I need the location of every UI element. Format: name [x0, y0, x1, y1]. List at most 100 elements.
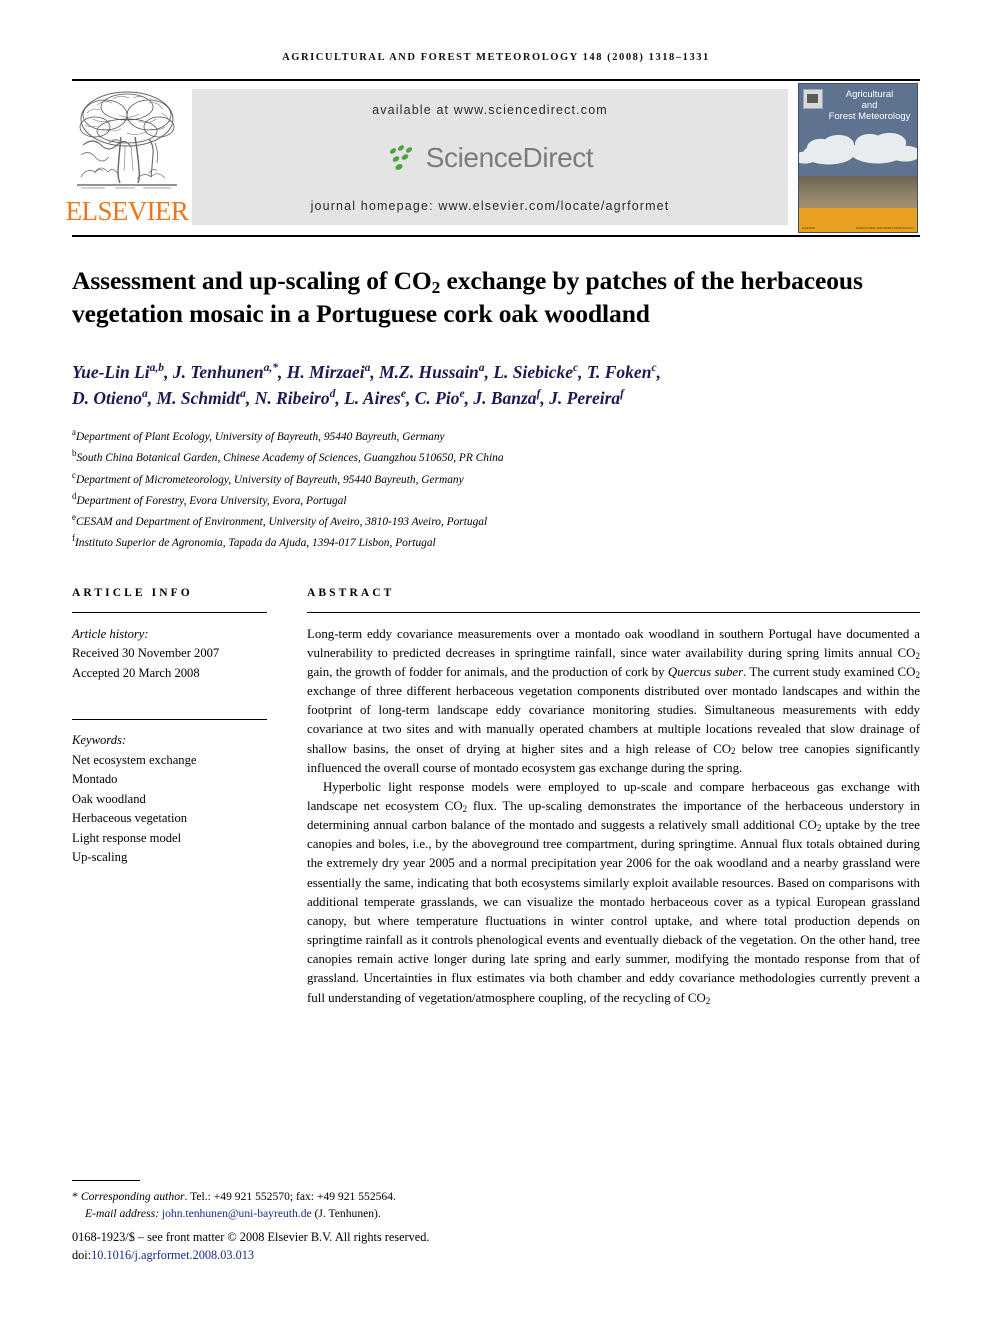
author-affiliation-mark: a [364, 361, 371, 374]
affiliation-item: fInstituto Superior de Agronomia, Tapada… [72, 531, 920, 552]
author-name: L. Siebicke [493, 361, 574, 382]
keyword-item: Net ecosystem exchange [72, 752, 197, 767]
doi-line: doi:10.1016/j.agrformet.2008.03.013 [72, 1247, 632, 1265]
author-name: H. Mirzaei [286, 361, 365, 382]
affiliation-item: bSouth China Botanical Garden, Chinese A… [72, 446, 920, 467]
keyword-item: Herbaceous vegetation [72, 811, 188, 826]
author-affiliation-mark: a [142, 388, 148, 401]
copyright-block: 0168-1923/$ – see front matter © 2008 El… [72, 1229, 632, 1265]
affiliation-list: aDepartment of Plant Ecology, University… [72, 425, 920, 553]
article-received-date: Received 30 November 2007 [72, 646, 220, 661]
article-first-page: AGRICULTURAL AND FOREST METEOROLOGY 148 … [0, 0, 992, 1323]
footnote-rule [72, 1179, 140, 1181]
affiliation-item: aDepartment of Plant Ecology, University… [72, 425, 920, 446]
doi-label: doi: [72, 1248, 92, 1263]
affiliation-text: South China Botanical Garden, Chinese Ac… [76, 452, 504, 465]
article-info-rule [72, 611, 267, 613]
affiliation-text: Department of Forestry, Evora University… [76, 494, 347, 507]
author-affiliation-mark: a [240, 388, 246, 401]
author-affiliation-mark: e [459, 388, 465, 401]
cover-title-line-1: Agricultural [845, 89, 894, 100]
abstract-body: Long-term eddy covariance measurements o… [307, 625, 920, 1008]
co2-subscript: 2 [462, 803, 468, 814]
corresponding-star: * [72, 1188, 78, 1203]
email-line: E-mail address: john.tenhunen@uni-bayreu… [72, 1205, 632, 1222]
co2-subscript: 2 [705, 995, 711, 1006]
author-name: M. Schmidt [156, 388, 241, 409]
sciencedirect-banner: available at www.sciencedirect.com Scien… [192, 89, 788, 225]
masthead: ELSEVIER available at www.sciencedirect.… [66, 81, 920, 233]
author-affiliation-mark: c [573, 361, 579, 374]
elsevier-logo-block: ELSEVIER [66, 81, 189, 233]
author-affiliation-mark: c [651, 361, 657, 374]
affiliation-item: eCESAM and Department of Environment, Un… [72, 510, 920, 531]
sciencedirect-leaves-icon [389, 145, 412, 170]
affiliation-text: Department of Plant Ecology, University … [75, 430, 445, 443]
co2-subscript: 2 [915, 669, 920, 680]
journal-cover-block: Agricultural and Forest Meteorology ELSE… [798, 81, 920, 233]
cover-journal-title: Agricultural and Forest Meteorology [825, 89, 914, 123]
author-name: Yue-Lin Li [72, 361, 150, 382]
cover-publisher-mark [803, 89, 823, 109]
abstract-rule [307, 611, 920, 613]
keywords-items: Net ecosystem exchange Montado Oak woodlan… [72, 751, 267, 868]
available-at-text: available at www.sciencedirect.com [372, 103, 608, 117]
title-part-1: Assessment and up-scaling of CO [72, 266, 432, 295]
keyword-item: Light response model [72, 830, 182, 845]
elsevier-tree-logo [77, 91, 177, 189]
info-abstract-columns: ARTICLE INFO Article history: Received 3… [72, 587, 920, 1008]
keywords-rule [72, 719, 267, 721]
email-label: E-mail address: [85, 1206, 159, 1220]
keywords-block: Keywords: Net ecosystem exchange Montado O… [72, 731, 267, 868]
keywords-label: Keywords: [72, 733, 127, 748]
co2-subscript: 2 [731, 746, 736, 757]
author-affiliation-mark: d [329, 388, 336, 401]
article-history-label: Article history: [72, 626, 149, 641]
email-owner: (J. Tenhunen). [314, 1206, 381, 1220]
affiliation-text: Department of Micrometeorology, Universi… [75, 473, 464, 486]
author-affiliation-mark: e [400, 388, 406, 401]
corresponding-author-line: * Corresponding author. Tel.: +49 921 55… [72, 1187, 632, 1205]
sciencedirect-logo[interactable]: ScienceDirect [387, 143, 594, 173]
co2-subscript: 2 [816, 823, 822, 834]
co2-subscript: 2 [915, 650, 920, 661]
author-affiliation-mark: a,b [149, 361, 165, 374]
cover-footer-right: AGRICULTURAL AND FOREST METEOROLOGY [855, 226, 914, 230]
author-name: N. Ribeiro [254, 388, 330, 409]
affiliation-text: Instituto Superior de Agronomia, Tapada … [74, 537, 436, 550]
running-head: AGRICULTURAL AND FOREST METEOROLOGY 148 … [282, 52, 710, 63]
corresponding-author-label: Corresponding author [80, 1189, 185, 1203]
author-list: Yue-Lin Lia,b, J. Tenhunena,*, H. Mirzae… [72, 361, 661, 409]
page-footer: * Corresponding author. Tel.: +49 921 55… [72, 1179, 632, 1265]
author-affiliation-mark: a [478, 361, 485, 374]
author-name: J. Pereira [549, 388, 621, 409]
title-subscript: 2 [431, 278, 441, 298]
cover-title-line-2: and [861, 100, 878, 112]
cover-landscape [799, 175, 917, 212]
author-affiliation-mark: f [620, 388, 624, 401]
elsevier-wordmark: ELSEVIER [65, 196, 189, 226]
cover-title-line-3: Forest Meteorology [828, 111, 911, 123]
author-name: J. Banza [473, 388, 537, 409]
author-affiliation-mark: a,* [263, 361, 279, 374]
species-name: Quercus suber [667, 664, 744, 679]
article-history-block: Article history: Received 30 November 20… [72, 625, 267, 684]
author-affiliation-mark: f [536, 388, 541, 401]
article-info-heading: ARTICLE INFO [72, 586, 193, 599]
corresponding-author-contact: . Tel.: +49 921 552570; fax: +49 921 552… [184, 1189, 396, 1203]
journal-cover-thumbnail[interactable]: Agricultural and Forest Meteorology ELSE… [798, 83, 918, 233]
article-accepted-date: Accepted 20 March 2008 [72, 665, 200, 680]
author-name: T. Foken [586, 361, 652, 382]
masthead-bottom-rule [72, 235, 920, 237]
cover-footer-text: ELSEVIER AGRICULTURAL AND FOREST METEORO… [802, 227, 914, 230]
email-link[interactable]: john.tenhunen@uni-bayreuth.de [162, 1207, 312, 1220]
doi-value[interactable]: 10.1016/j.agrformet.2008.03.013 [91, 1248, 254, 1262]
corresponding-author-note: * Corresponding author. Tel.: +49 921 55… [72, 1187, 632, 1223]
journal-homepage-link[interactable]: journal homepage: www.elsevier.com/locat… [311, 199, 670, 213]
abstract-paragraph-1: Long-term eddy covariance measurements o… [307, 626, 921, 775]
cover-clouds [799, 133, 917, 165]
article-info-column: ARTICLE INFO Article history: Received 3… [72, 587, 307, 1008]
author-name: C. Pio [414, 388, 460, 409]
author-name: D. Otieno [72, 388, 142, 409]
keyword-item: Oak woodland [72, 791, 146, 806]
